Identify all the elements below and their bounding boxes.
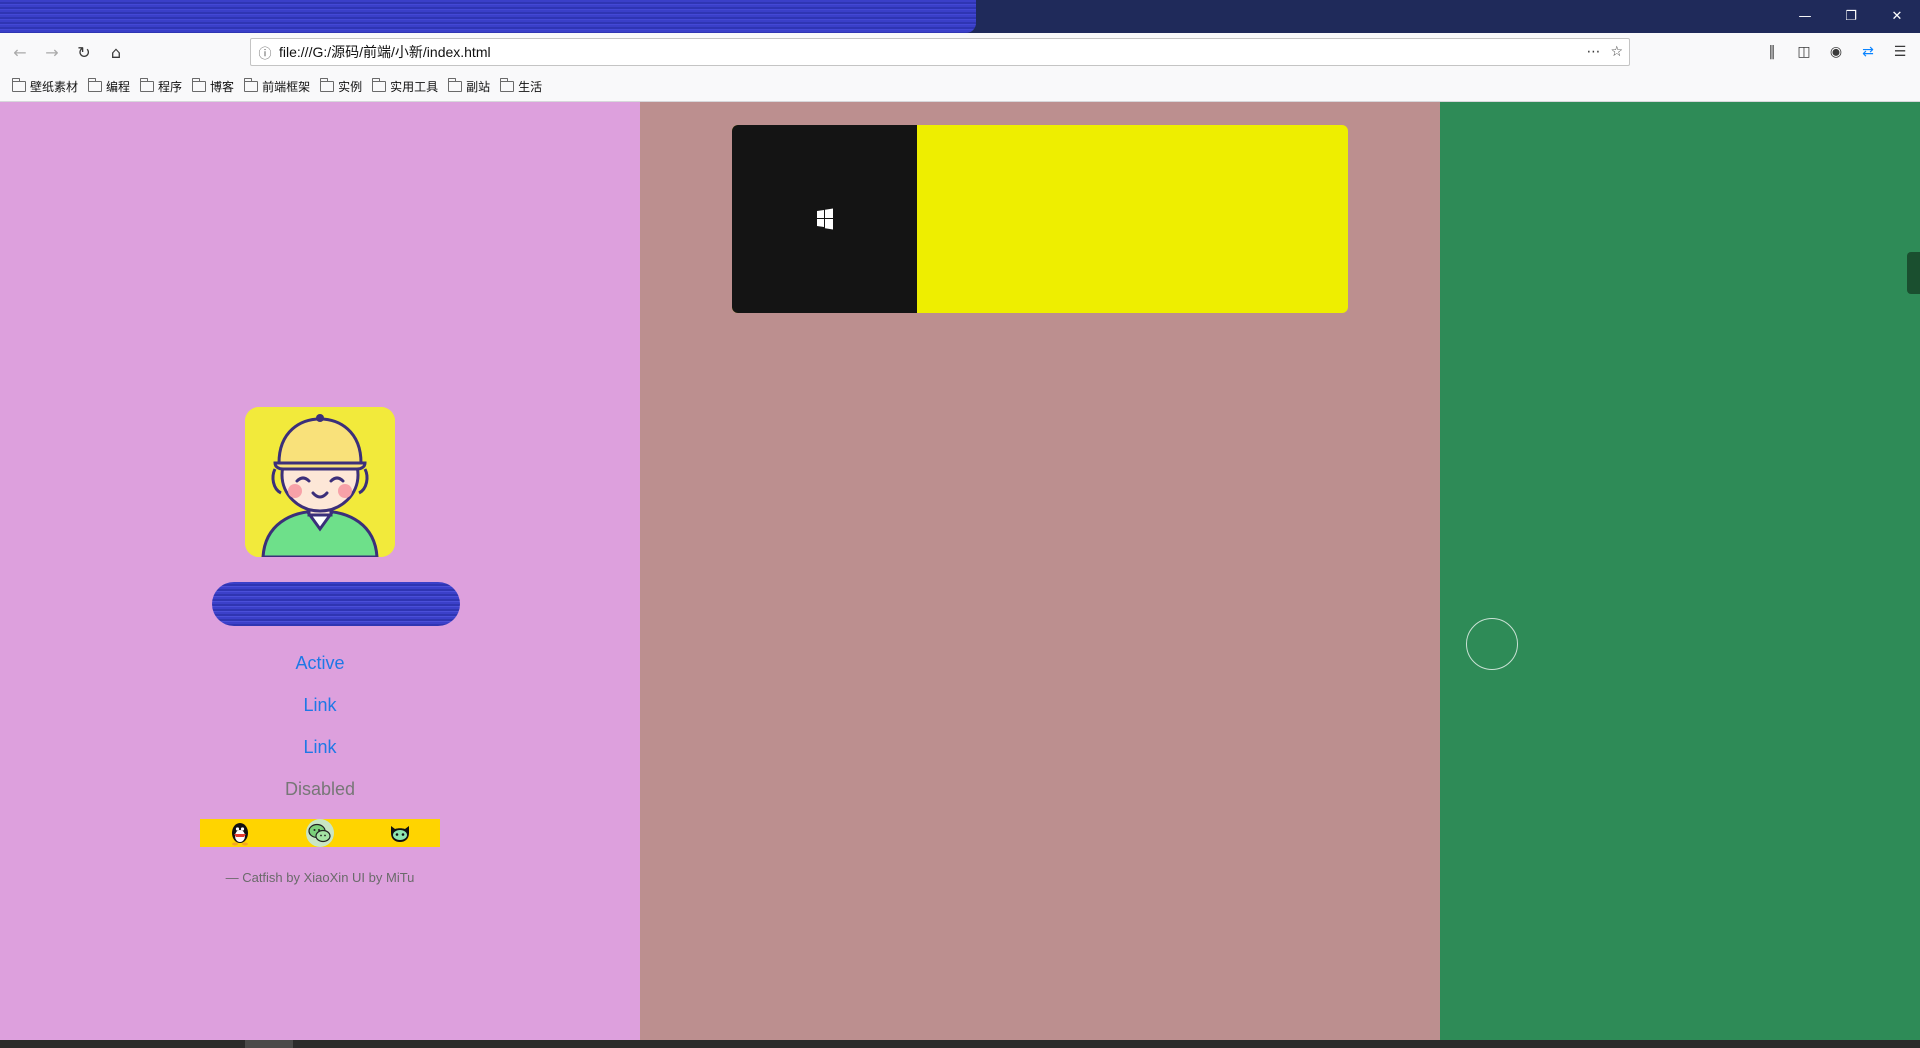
nav-link[interactable]: Link	[0, 726, 640, 768]
close-icon[interactable]: ✕	[1874, 0, 1920, 33]
url-text[interactable]: file:///G:/源码/前端/小新/index.html	[279, 42, 491, 62]
bookmarks-toolbar: 壁纸素材 编程 程序 博客 前端框架 实例 实用工具 副站 生活	[0, 71, 1920, 102]
taskbar-item[interactable]	[245, 1040, 293, 1048]
home-icon[interactable]: ⌂	[100, 36, 132, 68]
taskbar	[0, 1040, 1920, 1048]
sidebar-nav: Active Link Link Disabled	[0, 642, 640, 810]
wechat-icon[interactable]	[306, 819, 334, 847]
back-icon[interactable]: ←	[4, 36, 36, 68]
forward-icon[interactable]: →	[36, 36, 68, 68]
redacted-tab-strip[interactable]	[0, 0, 976, 33]
library-icon[interactable]: ‖	[1756, 36, 1788, 68]
folder-icon	[140, 77, 155, 92]
bookmark-star-icon[interactable]: ☆	[1610, 44, 1623, 60]
bookmark-folder[interactable]: 壁纸素材	[12, 77, 79, 95]
bookmark-label: 实例	[338, 79, 363, 94]
avatar	[245, 407, 395, 557]
bookmark-folder[interactable]: 副站	[448, 77, 491, 95]
bookmark-label: 博客	[210, 79, 235, 94]
sidebar-pane: Active Link Link Disabled — Catfish by X…	[0, 102, 640, 1040]
folder-icon	[192, 77, 207, 92]
side-drawer-handle[interactable]	[1907, 252, 1920, 294]
social-links	[200, 819, 440, 847]
folder-icon	[448, 77, 463, 92]
menu-icon[interactable]: ☰	[1884, 36, 1916, 68]
window-controls: — ❐ ✕	[1782, 0, 1920, 33]
browser-toolbar: ← → ↻ ⌂ ⓘ file:///G:/源码/前端/小新/index.html…	[0, 33, 1920, 71]
github-icon[interactable]	[386, 819, 414, 847]
footer-credit: — Catfish by XiaoXin UI by MiTu	[225, 870, 415, 885]
sidebar-icon[interactable]: ◫	[1788, 36, 1820, 68]
bookmark-label: 生活	[518, 79, 543, 94]
info-icon[interactable]: ⓘ	[251, 43, 279, 62]
redacted-name	[212, 582, 460, 626]
sync-icon[interactable]: ⇄	[1852, 36, 1884, 68]
feature-card[interactable]	[732, 125, 1348, 313]
content-pane	[640, 102, 1440, 1040]
bookmark-label: 实用工具	[390, 79, 439, 94]
bookmark-folder[interactable]: 实用工具	[372, 77, 439, 95]
address-bar[interactable]: ⓘ file:///G:/源码/前端/小新/index.html ⋯ ☆	[250, 38, 1630, 66]
bookmark-folder[interactable]: 程序	[140, 77, 183, 95]
account-icon[interactable]: ◉	[1820, 36, 1852, 68]
bookmark-folder[interactable]: 前端框架	[244, 77, 311, 95]
toolbar-right: ‖ ◫ ◉ ⇄ ☰	[1756, 33, 1920, 71]
qq-icon[interactable]	[226, 819, 254, 847]
url-actions: ⋯ ☆	[1586, 39, 1623, 65]
bookmark-label: 程序	[158, 79, 183, 94]
card-icon-panel	[732, 125, 917, 313]
bookmark-label: 编程	[106, 79, 131, 94]
folder-icon	[320, 77, 335, 92]
bookmark-label: 前端框架	[262, 79, 311, 94]
bookmark-label: 壁纸素材	[30, 79, 79, 94]
bookmark-folder[interactable]: 生活	[500, 77, 543, 95]
folder-icon	[244, 77, 259, 92]
bookmark-folder[interactable]: 博客	[192, 77, 235, 95]
bookmark-folder[interactable]: 编程	[88, 77, 131, 95]
windows-icon	[816, 208, 833, 230]
restore-icon[interactable]: ❐	[1828, 0, 1874, 33]
folder-icon	[500, 77, 515, 92]
page-actions-icon[interactable]: ⋯	[1586, 44, 1600, 60]
cursor-circle	[1466, 618, 1518, 670]
nav-link-active[interactable]: Active	[0, 642, 640, 684]
bookmark-label: 副站	[466, 79, 491, 94]
folder-icon	[88, 77, 103, 92]
folder-icon	[372, 77, 387, 92]
folder-icon	[12, 77, 26, 92]
reload-icon[interactable]: ↻	[68, 36, 100, 68]
right-pane	[1440, 102, 1920, 1040]
minimize-icon[interactable]: —	[1782, 0, 1828, 33]
avatar-illustration	[245, 407, 395, 557]
browser-title-bar: — ❐ ✕	[0, 0, 1920, 33]
nav-link[interactable]: Link	[0, 684, 640, 726]
bookmark-folder[interactable]: 实例	[320, 77, 363, 95]
nav-link-disabled: Disabled	[284, 779, 356, 799]
